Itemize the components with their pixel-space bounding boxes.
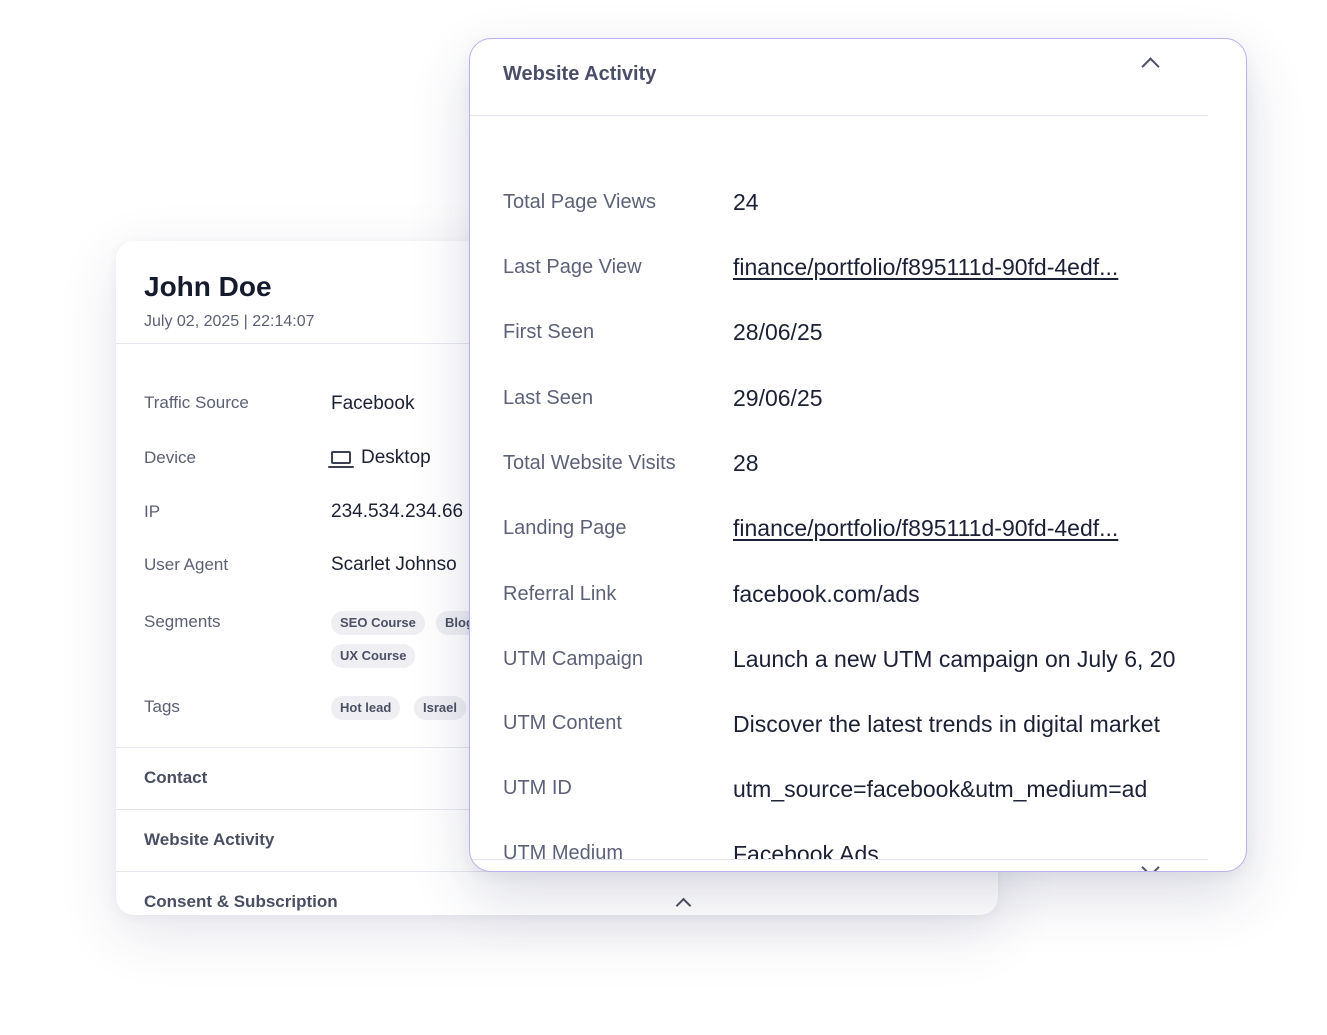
field-value: 28/06/25	[733, 319, 823, 345]
segments-label: Segments	[144, 612, 221, 631]
field-label: Total Page Views	[503, 191, 657, 213]
laptop-icon	[328, 451, 354, 468]
device-label: Device	[144, 448, 196, 467]
field-label: Landing Page	[503, 517, 627, 539]
website-activity-section-label: Website Activity	[144, 830, 275, 849]
segment-chip[interactable]: UX Course	[331, 644, 416, 668]
field-label: UTM ID	[503, 777, 572, 799]
field-value: Facebook Ads	[733, 841, 879, 860]
field-label: Total Website Visits	[503, 452, 676, 474]
page: John Doe July 02, 2025 | 22:14:07 Traffi…	[0, 0, 1327, 1035]
field-label: Last Page View	[503, 256, 642, 278]
user-agent-value: Scarlet Johnso	[331, 554, 457, 575]
tags-label: Tags	[144, 697, 180, 716]
website-activity-fields: Total Page Views 24 Last Page View finan…	[470, 116, 1208, 860]
landing-page-link[interactable]: finance/portfolio/f895111d-90fd-4edf...	[733, 515, 1118, 542]
field-value: 29/06/25	[733, 385, 823, 411]
field-value: facebook.com/ads	[733, 581, 920, 607]
tag-chip[interactable]: Hot lead	[331, 696, 401, 720]
contact-section-label: Contact	[144, 768, 208, 787]
field-value: 28	[733, 450, 759, 476]
segment-chip[interactable]: SEO Course	[331, 611, 425, 635]
consent-section-toggle[interactable]: Consent & Subscription	[116, 871, 998, 915]
field-label: UTM Campaign	[503, 648, 644, 670]
chevron-down-icon[interactable]	[1141, 858, 1160, 871]
field-value: utm_source=facebook&utm_medium=ad	[733, 776, 1148, 802]
field-label: Last Seen	[503, 387, 594, 409]
last-page-view-link[interactable]: finance/portfolio/f895111d-90fd-4edf...	[733, 254, 1118, 281]
traffic-source-label: Traffic Source	[144, 393, 249, 412]
field-value: Launch a new UTM campaign on July 6, 20	[733, 646, 1176, 672]
consent-section-label: Consent & Subscription	[144, 892, 338, 911]
field-label: UTM Medium	[503, 842, 624, 860]
tag-chip[interactable]: Israel	[414, 696, 466, 720]
field-value: 24	[733, 189, 759, 215]
field-label: Referral Link	[503, 583, 617, 605]
website-activity-title: Website Activity	[503, 63, 657, 85]
field-label: UTM Content	[503, 712, 622, 734]
website-activity-header[interactable]: Website Activity	[470, 39, 1208, 116]
ip-value: 234.534.234.66	[331, 501, 464, 522]
website-activity-panel: Website Activity Total Page Views 24 Las…	[469, 38, 1247, 872]
device-value: Desktop	[328, 447, 431, 469]
ip-label: IP	[144, 502, 161, 521]
field-label: First Seen	[503, 321, 595, 343]
field-value: Discover the latest trends in digital ma…	[733, 711, 1160, 737]
chevron-up-icon[interactable]	[675, 897, 692, 914]
traffic-source-value: Facebook	[331, 393, 415, 414]
divider	[470, 859, 1208, 860]
device-text: Desktop	[361, 447, 431, 468]
user-agent-label: User Agent	[144, 555, 229, 574]
chevron-up-icon[interactable]	[1141, 57, 1160, 76]
